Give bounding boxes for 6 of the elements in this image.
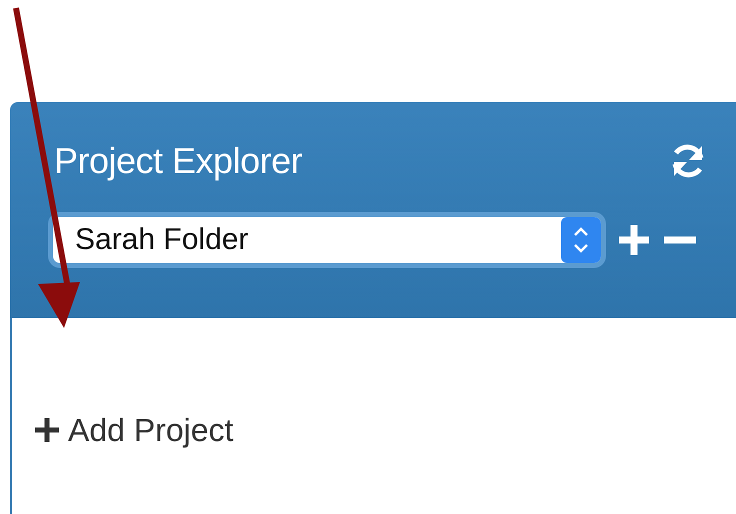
plus-icon (34, 417, 60, 443)
folder-select[interactable]: Sarah Folder (53, 217, 601, 263)
stepper-icon (561, 217, 601, 263)
panel-title: Project Explorer (54, 140, 302, 182)
plus-icon[interactable] (616, 222, 652, 258)
add-project-link[interactable]: Add Project (34, 346, 234, 514)
